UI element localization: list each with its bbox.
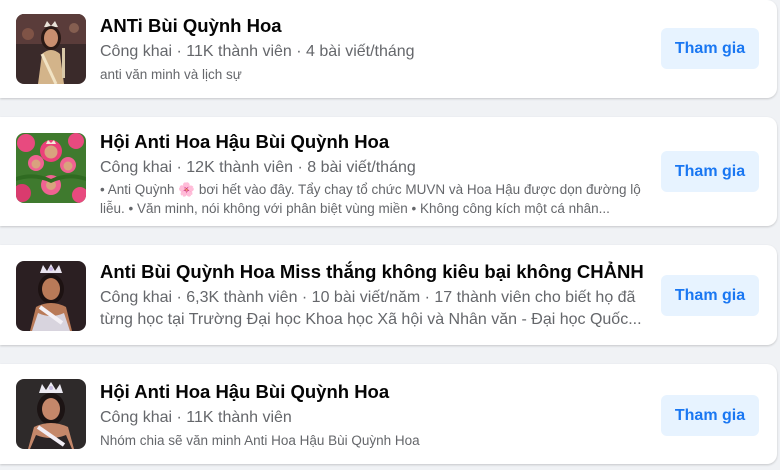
- group-thumbnail[interactable]: [16, 261, 86, 331]
- group-name[interactable]: ANTi Bùi Quỳnh Hoa: [100, 14, 645, 38]
- group-description: anti văn minh và lịch sự: [100, 67, 242, 82]
- join-group-button[interactable]: Tham gia: [661, 151, 759, 192]
- group-meta: Công khai · 6,3K thành viên · 10 bài viế…: [100, 289, 642, 328]
- group-thumbnail[interactable]: [16, 133, 86, 203]
- join-group-button[interactable]: Tham gia: [661, 395, 759, 436]
- group-meta: Công khai · 12K thành viên · 8 bài viết/…: [100, 159, 416, 176]
- group-name[interactable]: Hội Anti Hoa Hậu Bùi Quỳnh Hoa: [100, 130, 645, 154]
- group-result-card: ANTi Bùi Quỳnh Hoa Công khai · 11K thành…: [0, 0, 777, 98]
- join-group-button[interactable]: Tham gia: [661, 28, 759, 69]
- group-result-card: Anti Bùi Quỳnh Hoa Miss thắng không kiêu…: [0, 245, 777, 345]
- group-thumbnail[interactable]: [16, 14, 86, 84]
- group-result-card: Hội Anti Hoa Hậu Bùi Quỳnh Hoa Công khai…: [0, 117, 777, 226]
- group-meta: Công khai · 11K thành viên · 4 bài viết/…: [100, 43, 415, 60]
- group-name[interactable]: Anti Bùi Quỳnh Hoa Miss thắng không kiêu…: [100, 260, 645, 284]
- group-photo-icon: [16, 14, 86, 84]
- group-thumbnail[interactable]: [16, 379, 86, 449]
- group-description: • Anti Quỳnh 🌸 bơi hết vào đây. Tẩy chay…: [100, 182, 641, 216]
- join-group-button[interactable]: Tham gia: [661, 275, 759, 316]
- group-description: Nhóm chia sẽ văn minh Anti Hoa Hậu Bùi Q…: [100, 433, 420, 448]
- group-photo-icon: [16, 133, 86, 203]
- group-photo-icon: [16, 379, 86, 449]
- group-name[interactable]: Hội Anti Hoa Hậu Bùi Quỳnh Hoa: [100, 380, 645, 404]
- group-search-results: ANTi Bùi Quỳnh Hoa Công khai · 11K thành…: [0, 0, 780, 470]
- group-meta: Công khai · 11K thành viên: [100, 409, 292, 426]
- group-result-card: Hội Anti Hoa Hậu Bùi Quỳnh Hoa Công khai…: [0, 364, 777, 464]
- group-photo-icon: [16, 261, 86, 331]
